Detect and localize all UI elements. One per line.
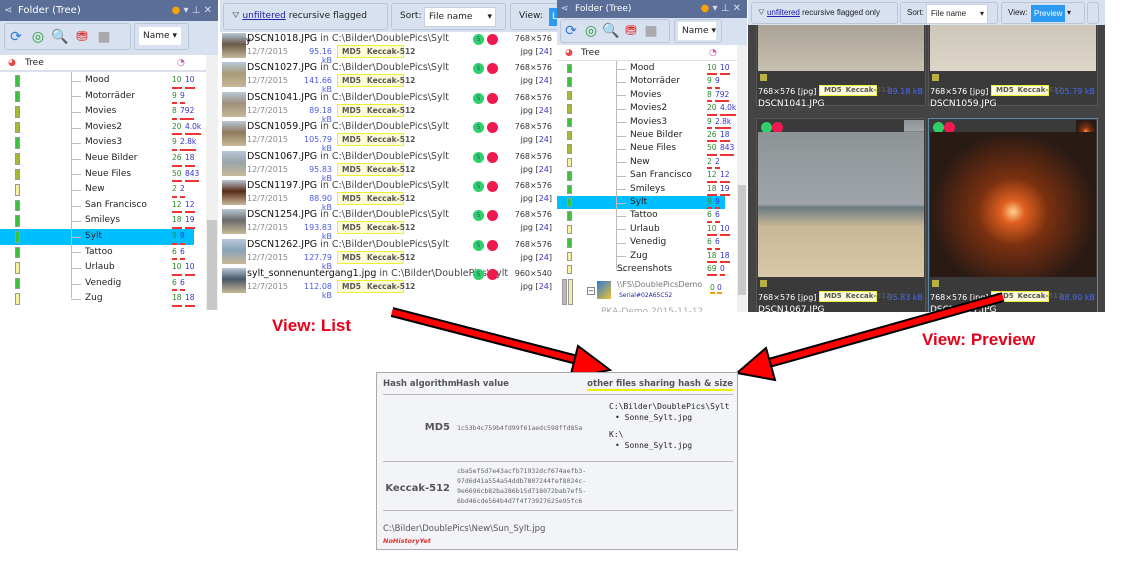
keccak-line: 6bd46cde564b4d7f4f73927625e95fc6 <box>457 497 583 505</box>
recursive-toggle[interactable]: recursive <box>802 8 834 17</box>
view-select[interactable]: Preview <box>1031 5 1065 22</box>
other-file-name: Sonne_Sylt.jpg <box>624 413 693 422</box>
hash-header: Hash algorithm Hash value other files sh… <box>383 379 733 395</box>
overflow-toolbar[interactable] <box>1087 2 1099 24</box>
view-toolbar: View: Preview ▾ <box>1001 2 1085 24</box>
md5-label: MD5 <box>424 422 450 433</box>
hash-algorithm-header: Hash algorithm <box>383 379 457 389</box>
keccak-value[interactable]: cba5ef5d7e43acfb71932dcf674aefb3- 97d6d4… <box>457 466 586 506</box>
arrow-list <box>390 307 613 380</box>
divider <box>383 461 733 462</box>
view-label: View: <box>1008 8 1028 17</box>
other-file-name: Sonne_Sylt.jpg <box>624 441 693 450</box>
other-folder[interactable]: C:\Bilder\DoublePics\Sylt <box>609 401 729 412</box>
md5-other-files: C:\Bilder\DoublePics\Sylt • Sonne_Sylt.j… <box>609 401 729 451</box>
other-files-header: other files sharing hash & size <box>587 379 733 391</box>
sort-field-value: File name <box>931 9 967 18</box>
sort-field-select[interactable]: File name ▾ <box>926 4 988 24</box>
sort-toolbar: Sort: File name ▾ <box>900 2 998 24</box>
filter-toolbar: ⛛ unfiltered recursive flagged only <box>751 2 898 24</box>
filter-icon[interactable]: ⛛ <box>758 8 765 17</box>
hash-value-header: Hash value <box>456 379 509 389</box>
flagged-only-toggle[interactable]: flagged only <box>837 8 880 17</box>
file-path[interactable]: C:\Bilder\DoublePics\New\Sun_Sylt.jpg <box>383 524 545 534</box>
divider <box>383 510 733 511</box>
chevron-down-icon: ▾ <box>979 9 984 18</box>
view-list-label: View: List <box>272 316 352 335</box>
view-preview-label: View: Preview <box>922 330 1036 349</box>
chevron-down-icon[interactable]: ▾ <box>1067 3 1071 23</box>
keccak-line: 97d6d41a554a54ddb7807244fef8024c- <box>457 477 587 485</box>
other-file[interactable]: • Sonne_Sylt.jpg <box>609 412 729 423</box>
keccak-line: 9e6696cb82ba286b15d718072bab7ef5- <box>457 487 587 495</box>
history-status: NoHistoryYet <box>383 537 431 545</box>
hash-details-panel: Hash algorithm Hash value other files sh… <box>376 372 738 550</box>
keccak-label: Keccak-512 <box>385 483 450 494</box>
sort-label: Sort: <box>907 8 924 17</box>
unfiltered-toggle[interactable]: unfiltered <box>767 8 800 17</box>
other-file[interactable]: • Sonne_Sylt.jpg <box>609 440 729 451</box>
other-folder[interactable]: K:\ <box>609 429 729 440</box>
md5-value[interactable]: 1c53b4c759b4fd99f61aedc598ffd85a <box>457 424 582 432</box>
keccak-line: cba5ef5d7e43acfb71932dcf674aefb3- <box>457 467 587 475</box>
